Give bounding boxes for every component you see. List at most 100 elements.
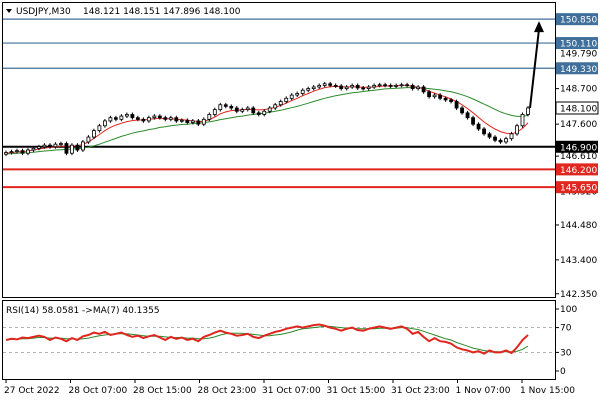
level-tag-label: 146.200 [560, 166, 597, 176]
candle-body [37, 146, 41, 149]
candle-body [53, 143, 58, 148]
candle-body [438, 94, 442, 99]
current-price-label: 148.100 [560, 105, 597, 115]
candle-body [443, 97, 448, 101]
candle-body [394, 84, 399, 87]
time-tick-label: 28 Oct 23:00 [198, 386, 257, 396]
rsi-tick-label: 70 [560, 324, 572, 334]
candle-body [487, 133, 492, 138]
candle-body [498, 139, 503, 143]
rsi-label: RSI(14) 58.0581 ->MA(7) 40.1355 [6, 306, 160, 316]
main-chart-frame [2, 2, 556, 298]
symbol-label: USDJPY,M30 [16, 7, 71, 17]
candle-body [113, 117, 118, 120]
rsi-tick-label: 30 [560, 348, 572, 358]
candle-body [256, 112, 261, 115]
candle-body [311, 86, 316, 90]
candle-body [421, 86, 426, 93]
candle-body [26, 149, 30, 154]
candle-body [245, 107, 250, 111]
candle-body [526, 107, 530, 115]
candle-body [207, 114, 212, 120]
candle-body [267, 107, 272, 112]
candle-body [432, 94, 437, 98]
candle-body [130, 114, 135, 119]
candle-body [201, 118, 206, 125]
level-tag-label: 149.330 [560, 65, 597, 75]
candle-body [48, 144, 52, 148]
candle-body [493, 136, 497, 141]
candle-body [328, 83, 333, 86]
candle-body [179, 119, 184, 122]
candle-body [108, 117, 113, 122]
candle-body [427, 91, 431, 98]
candle-body [196, 120, 201, 125]
price-tick-label: 149.790 [560, 49, 597, 59]
time-tick-label: 27 Oct 2022 [4, 386, 60, 396]
candle-body [92, 130, 96, 138]
candle-body [295, 93, 300, 96]
candle-body [289, 94, 294, 99]
candle-body [70, 144, 74, 154]
candle-body [152, 115, 157, 119]
candle-body [449, 99, 453, 102]
candle-body [520, 114, 525, 127]
candle-body [366, 86, 371, 90]
candle-body [482, 128, 486, 135]
candle-body [20, 150, 25, 154]
candle-body [163, 117, 168, 120]
candle-body [460, 107, 464, 114]
candle-body [344, 86, 349, 90]
candle-body [410, 84, 415, 90]
candle-body [339, 85, 344, 90]
candle-body [124, 114, 129, 117]
candle-body [81, 141, 85, 151]
candle-body [185, 119, 190, 123]
candle-body [509, 133, 514, 140]
price-tick-label: 146.610 [560, 152, 597, 162]
candle-body [141, 118, 146, 122]
candle-body [240, 109, 245, 112]
candle-body [135, 117, 140, 120]
rsi-tick-label: 0 [560, 367, 566, 377]
candle-body [278, 101, 283, 106]
chart-window: 10070300 148.700147.600146.610145.520144… [0, 0, 600, 400]
candle-body [42, 144, 47, 148]
candle-body [212, 109, 217, 115]
chart-header: USDJPY,M30 148.121 148.151 147.896 148.1… [6, 7, 241, 17]
candle-body [229, 105, 234, 109]
candle-body [300, 89, 305, 94]
candle-body [234, 107, 239, 112]
price-tick-label: 143.400 [560, 256, 597, 266]
candle-body [273, 104, 278, 109]
candle-body [399, 84, 404, 87]
time-tick-label: 31 Oct 23:00 [391, 386, 450, 396]
candle-body [377, 84, 382, 87]
time-tick-label: 31 Oct 07:00 [262, 386, 321, 396]
candle-body [361, 87, 366, 90]
level-tag-label: 145.650 [560, 184, 597, 194]
time-tick-label: 28 Oct 07:00 [69, 386, 128, 396]
time-tick-label: 1 Nov 15:00 [520, 386, 575, 396]
candle-body [9, 151, 14, 154]
candle-body [31, 147, 36, 151]
candle-body [146, 117, 151, 122]
candle-body [75, 144, 80, 151]
candle-body [454, 101, 459, 109]
candle-body [4, 152, 8, 155]
candle-body [86, 136, 91, 143]
candle-body [251, 107, 256, 114]
candle-body [103, 120, 107, 127]
candle-body [350, 84, 355, 88]
candle-body [405, 84, 410, 87]
candle-body [383, 84, 388, 87]
candle-body [317, 84, 322, 88]
candle-body [59, 143, 63, 145]
candle-body [157, 115, 162, 119]
candle-body [515, 125, 519, 135]
time-axis: 27 Oct 2022 28 Oct 07:00 28 Oct 15:00 28 Oc… [4, 379, 575, 396]
candle-body [223, 104, 228, 107]
candle-body [504, 138, 508, 143]
time-tick-label: 28 Oct 15:00 [133, 386, 192, 396]
chart-canvas[interactable]: 10070300 148.700147.600146.610145.520144… [0, 0, 600, 400]
